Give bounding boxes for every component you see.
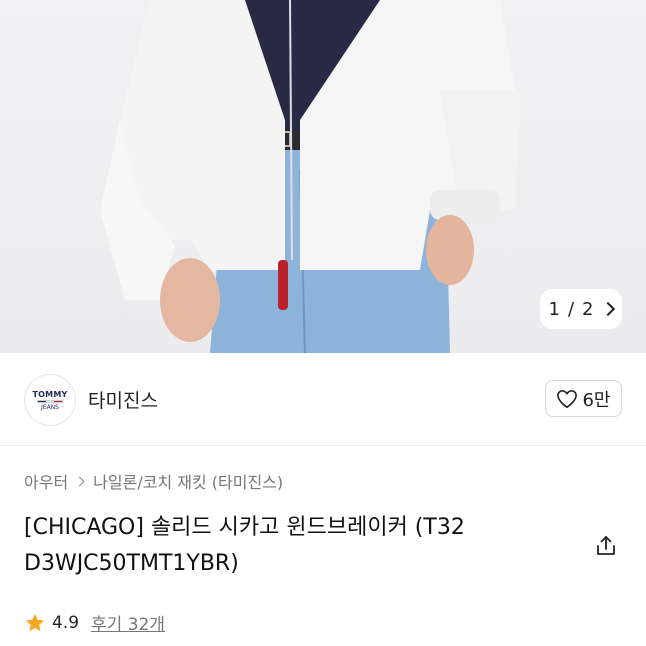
like-count: 6만 [582,389,611,411]
breadcrumb: 아우터 나일론/코치 재킷 (타미진스) [24,469,283,493]
brand-name-link[interactable]: 타미진스 [88,386,158,413]
heart-icon [557,389,578,408]
share-icon[interactable] [594,534,618,558]
rating-row: 4.9 후기 32개 [24,610,165,635]
brand-row: TOMMY JEANS 타미진스 6만 [0,353,646,445]
breadcrumb-child[interactable]: 나일론/코치 재킷 (타미진스) [93,469,283,493]
gallery-pager[interactable]: 1 / 2 [540,289,622,329]
chevron-right-icon [601,301,616,317]
product-title: [CHICAGO] 솔리드 시카고 윈드브레이커 (T32 D3WJC50TMT… [24,515,465,576]
star-icon [25,613,45,631]
rating-score: 4.9 [52,612,80,633]
chevron-right-icon [74,476,85,486]
gallery-current: 1 [548,298,560,320]
divider [0,445,646,446]
brand-logo-text: TOMMY [32,389,68,399]
flag-icon [37,399,63,403]
gallery-total: 2 [582,298,594,320]
breadcrumb-parent[interactable]: 아우터 [24,469,68,493]
like-button[interactable]: 6만 [545,380,622,417]
brand-logo[interactable]: TOMMY JEANS [24,374,76,426]
brand-logo-subtext: JEANS [41,403,59,411]
gallery-separator: / [567,298,575,320]
reviews-link[interactable]: 후기 32개 [91,610,165,635]
product-image-carousel[interactable]: 1 / 2 [0,0,646,353]
